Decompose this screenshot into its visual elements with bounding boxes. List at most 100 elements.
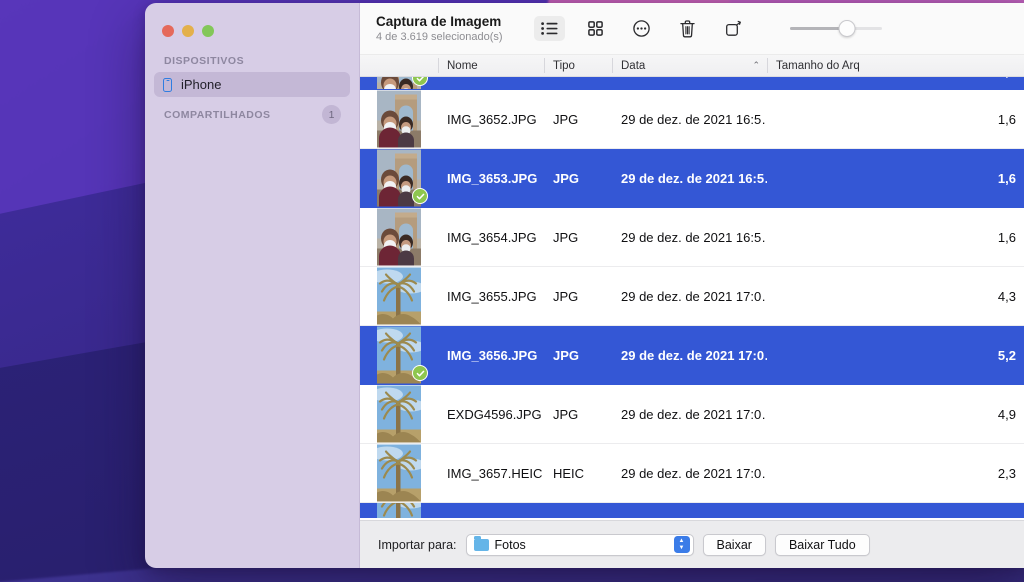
photo-arch-selfie [377,208,421,266]
row-name: IMG_3656.JPG [447,347,538,363]
photo-palm-tree [377,267,421,325]
row-name: IMG_3654.JPG [447,229,537,245]
row-thumbnail-cell [360,267,438,325]
table-row[interactable]: NTRF2701.JPG JPG 29 de dez. de 2021 16:5… [360,77,1024,90]
toolbar-buttons [534,16,882,41]
chevron-updown-icon: ▲ ▼ [673,536,690,553]
toolbar: Captura de Imagem 4 de 3.619 selecionado… [360,3,1024,55]
minimize-button[interactable] [182,25,194,37]
destination-popup-button[interactable]: Fotos ▲ ▼ [465,533,694,556]
slider-knob[interactable] [838,20,856,37]
toolbar-titles: Captura de Imagem 4 de 3.619 selecionado… [376,14,534,44]
table-row[interactable]: EXDG4596.JPG JPG 29 de dez. de 2021 17:0… [360,385,1024,444]
thumbnail [377,267,421,325]
row-type: JPG [553,288,579,304]
delete-button[interactable] [672,16,703,41]
row-date: 29 de dez. de 2021 17:0… [621,406,767,422]
row-size: 1,6 [997,229,1016,245]
sidebar-item-label: iPhone [181,77,222,92]
zoom-button[interactable] [202,25,214,37]
row-thumbnail-cell [360,503,438,518]
row-date: 29 de dez. de 2021 16:5… [621,170,767,186]
row-thumbnail-cell [360,385,438,443]
grid-view-icon [588,21,603,36]
table-column-header: Nome Tipo Data ⌃ Tamanho do Arq [360,55,1024,77]
thumbnail [377,385,421,443]
destination-value: Fotos [494,537,526,552]
column-label: Tamanho do Arq [776,59,860,72]
sidebar-item-iphone[interactable]: iPhone [154,72,350,97]
row-type: JPG [544,77,612,79]
row-thumbnail-cell [360,77,438,89]
table-row[interactable]: IMG_3654.JPG JPG 29 de dez. de 2021 16:5… [360,208,1024,267]
more-options-button[interactable] [626,16,657,41]
row-size: 4,9 [997,406,1016,422]
sidebar: DISPOSITIVOS iPhone COMPARTILHADOS 1 [145,3,360,568]
photo-arch-selfie [377,90,421,148]
row-size: 2,3 [997,465,1016,481]
row-name: IMG_3653.JPG [447,170,538,186]
window-controls [162,25,214,37]
photo-palm-tree [377,444,421,502]
thumbnail-size-slider[interactable] [790,19,882,39]
row-size: 1,6 [997,170,1016,186]
row-date: 29 de dez. de 2021 16:5… [612,77,767,79]
row-size: 5,2 [997,347,1016,363]
downloaded-check-icon [412,188,428,204]
row-type: JPG [553,111,579,127]
column-label: Data [621,59,646,72]
row-name: EXDG4596.JPG [447,406,542,422]
import-bar: Importar para: Fotos ▲ ▼ Baixar Baixar Tu… [360,520,1024,568]
close-button[interactable] [162,25,174,37]
row-name: IMG_3657.HEIC [447,465,543,481]
table-row[interactable]: IMG_3657.HEIC HEIC 29 de dez. de 2021 17… [360,444,1024,503]
row-type: JPG [553,170,580,186]
table-row[interactable]: IMG_3656.JPG JPG 29 de dez. de 2021 17:0… [360,326,1024,385]
rotate-icon [726,20,741,36]
grid-view-button[interactable] [580,16,611,41]
folder-icon [473,536,489,551]
row-type: HEIC [553,465,585,481]
rotate-button[interactable] [718,16,749,41]
column-label: Nome [447,59,478,72]
download-button[interactable]: Baixar [702,533,766,556]
row-thumbnail-cell [360,90,438,148]
thumbnail [377,503,421,518]
thumbnail [377,90,421,148]
row-size: 4,3 [997,288,1016,304]
table-row[interactable]: IMG_3652.JPG JPG 29 de dez. de 2021 16:5… [360,90,1024,149]
column-header-thumbnail[interactable] [360,55,438,76]
column-header-data[interactable]: Data ⌃ [612,55,767,76]
downloaded-check-icon [412,365,428,381]
sidebar-section-header-shared: COMPARTILHADOS 1 [145,97,359,129]
column-header-tamanho[interactable]: Tamanho do Arq [767,55,1024,76]
download-all-button[interactable]: Baixar Tudo [774,533,870,556]
sidebar-section-label: COMPARTILHADOS [164,108,271,121]
list-view-button[interactable] [534,16,565,41]
column-header-tipo[interactable]: Tipo [544,55,612,76]
image-capture-window: DISPOSITIVOS iPhone COMPARTILHADOS 1 Cap… [145,3,1024,568]
selection-status: 4 de 3.619 selecionado(s) [376,30,503,43]
table-row[interactable] [360,503,1024,518]
sidebar-section-header-devices: DISPOSITIVOS [145,47,359,72]
table-row[interactable]: IMG_3653.JPG JPG 29 de dez. de 2021 16:5… [360,149,1024,208]
table-row[interactable]: IMG_3655.JPG JPG 29 de dez. de 2021 17:0… [360,267,1024,326]
row-date: 29 de dez. de 2021 17:0… [621,347,767,363]
photo-palm-tree [377,503,421,518]
row-type: JPG [553,229,579,245]
column-header-nome[interactable]: Nome [438,55,544,76]
sort-ascending-icon: ⌃ [752,60,760,70]
row-type: JPG [553,347,580,363]
column-label: Tipo [553,59,575,72]
main-content: Captura de Imagem 4 de 3.619 selecionado… [360,3,1024,568]
row-thumbnail-cell [360,326,438,384]
photo-palm-tree [377,385,421,443]
row-name: NTRF2701.JPG [438,77,544,79]
row-date: 29 de dez. de 2021 17:0… [621,288,767,304]
sidebar-section-label: DISPOSITIVOS [164,55,245,67]
thumbnail [377,208,421,266]
row-size: 1,6 [997,111,1016,127]
import-to-label: Importar para: [378,537,457,552]
file-list[interactable]: NTRF2701.JPG JPG 29 de dez. de 2021 16:5… [360,77,1024,520]
trash-icon [680,19,695,37]
